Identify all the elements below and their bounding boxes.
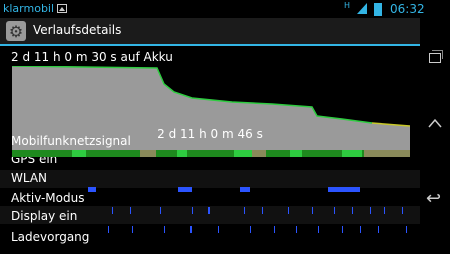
- signal-strength-icon: [357, 3, 367, 14]
- display-strip: [108, 226, 407, 233]
- battery-duration-label: 2 d 11 h 0 m 30 s auf Akku: [11, 50, 173, 64]
- home-icon[interactable]: [428, 118, 442, 128]
- history-content: 2 d 11 h 0 m 30 s auf Akku 2 d 11 h 0 m …: [0, 46, 420, 254]
- battery-graph: [12, 66, 410, 152]
- page-title: Verlaufsdetails: [33, 23, 122, 37]
- mobile-signal-strip: [12, 150, 410, 157]
- carrier-name: klarmobil: [3, 2, 55, 15]
- image-notification-icon: [57, 4, 67, 13]
- clock: 06:32: [390, 2, 425, 16]
- recent-apps-icon[interactable]: [429, 50, 443, 63]
- navigation-bar: ↩: [420, 18, 450, 254]
- row-label-wifi: WLAN: [11, 171, 48, 185]
- network-type-indicator: H: [344, 1, 351, 10]
- wifi-strip: [88, 187, 360, 192]
- row-label-mobile-signal: Mobilfunknetzsignal: [11, 134, 131, 148]
- action-bar: ⚙ Verlaufsdetails: [0, 18, 420, 46]
- row-label-active-mode: Aktiv-Modus: [11, 191, 85, 205]
- back-icon[interactable]: ↩: [426, 188, 441, 209]
- settings-gear-icon[interactable]: ⚙: [6, 21, 26, 41]
- battery-icon: [374, 3, 382, 16]
- status-bar: klarmobil H 06:32: [0, 0, 450, 18]
- active-mode-strip: [112, 207, 403, 214]
